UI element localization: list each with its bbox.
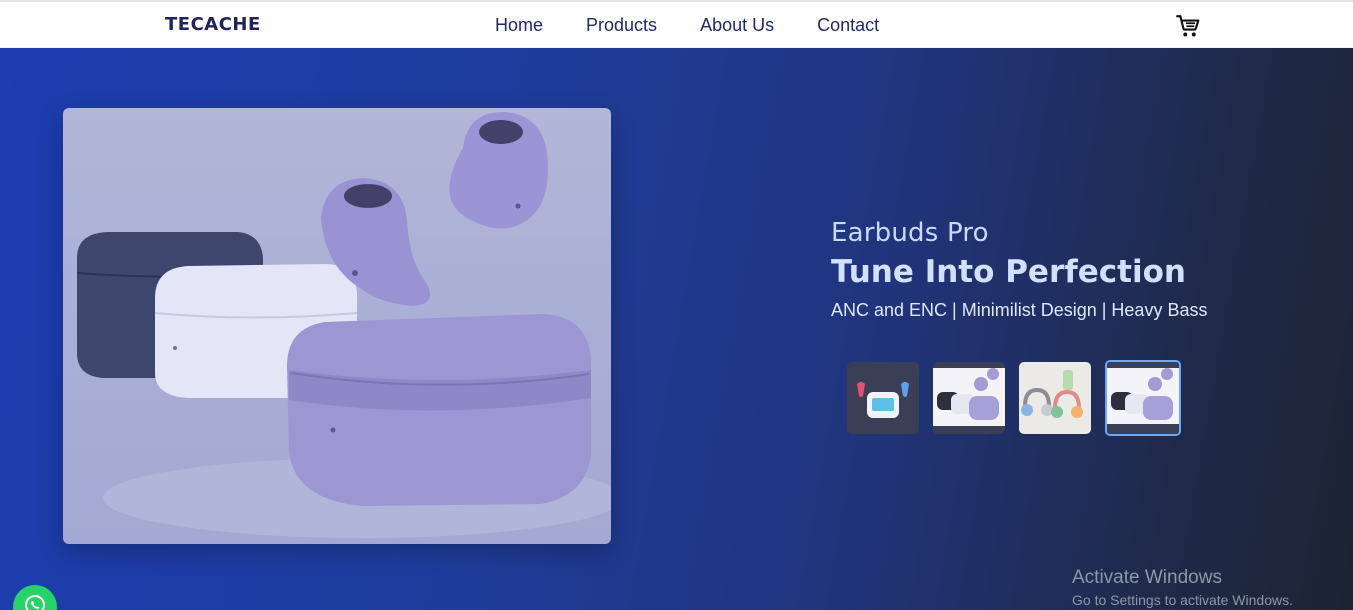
nav-contact[interactable]: Contact bbox=[817, 15, 879, 35]
site-header: TECACHE Home Products About Us Contact bbox=[0, 2, 1353, 48]
hero-section: Earbuds Pro Tune Into Perfection ANC and… bbox=[0, 48, 1353, 610]
shopping-cart-icon[interactable] bbox=[1175, 13, 1201, 39]
nav-products[interactable]: Products bbox=[586, 15, 657, 35]
main-nav: Home Products About Us Contact bbox=[495, 15, 922, 35]
brand-logo[interactable]: TECACHE bbox=[165, 14, 261, 35]
nav-about-us[interactable]: About Us bbox=[700, 15, 774, 35]
product-subtitle: Earbuds Pro bbox=[831, 218, 989, 248]
thumbnail-gallery bbox=[847, 360, 1181, 436]
thumbnail-3[interactable] bbox=[1019, 362, 1091, 434]
whatsapp-chat-button[interactable] bbox=[13, 585, 57, 610]
product-features: ANC and ENC | Minimilist Design | Heavy … bbox=[831, 300, 1208, 320]
thumbnail-2[interactable] bbox=[933, 362, 1005, 434]
hero-text: Earbuds Pro Tune Into Perfection ANC and… bbox=[831, 218, 1207, 321]
thumbnail-4-selected[interactable] bbox=[1105, 360, 1181, 436]
hero-headline: Tune Into Perfection bbox=[831, 254, 1186, 290]
watermark-title: Activate Windows bbox=[1072, 567, 1222, 588]
whatsapp-icon bbox=[25, 595, 45, 610]
nav-home[interactable]: Home bbox=[495, 15, 543, 35]
product-main-image bbox=[63, 108, 611, 544]
watermark-subtitle: Go to Settings to activate Windows. bbox=[1072, 592, 1293, 608]
windows-activation-watermark: Activate Windows Go to Settings to activ… bbox=[1072, 567, 1293, 608]
thumbnail-1[interactable] bbox=[847, 362, 919, 434]
